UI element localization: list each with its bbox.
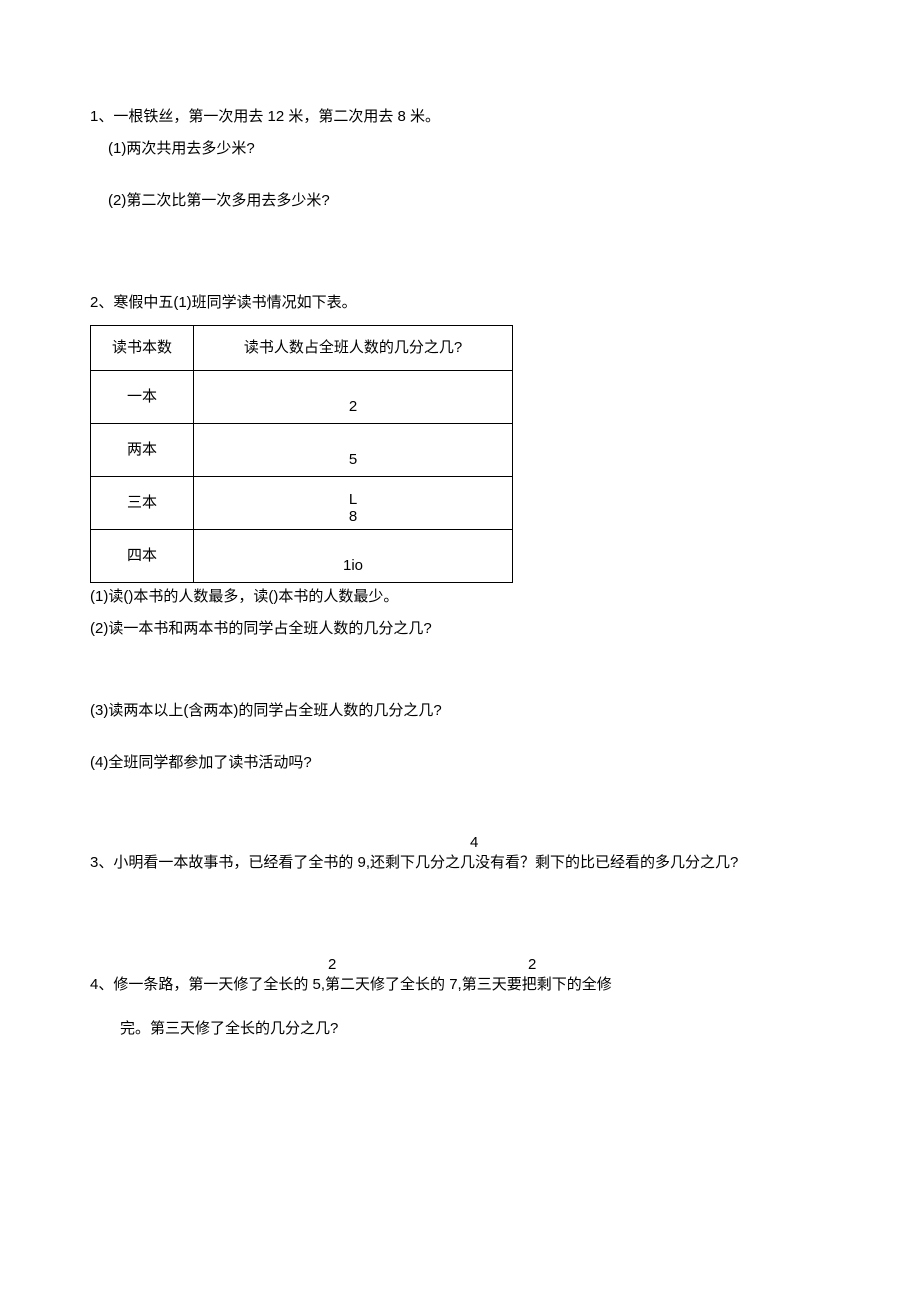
cell-frac-3: L 8 xyxy=(194,477,513,530)
spacer xyxy=(90,649,830,699)
th-books: 读书本数 xyxy=(91,326,194,371)
q4-numerator-2: 2 xyxy=(528,953,536,977)
cell-frac-2: 5 xyxy=(194,424,513,477)
cell-frac-4: 1io xyxy=(194,530,513,583)
q1-sub2: (2)第二次比第一次多用去多少米? xyxy=(90,189,830,213)
q3-line: 4 3、小明看一本故事书，已经看了全书的 9,还剩下几分之几没有看？剩下的比已经… xyxy=(90,851,830,875)
q2-sub4: (4)全班同学都参加了读书活动吗? xyxy=(90,751,830,775)
q1-sub1: (1)两次共用去多少米? xyxy=(90,137,830,161)
q1-stem: 1、一根铁丝，第一次用去 12 米，第二次用去 8 米。 xyxy=(90,105,830,129)
spacer xyxy=(90,945,830,955)
spacer xyxy=(90,731,830,751)
q2-table: 读书本数 读书人数占全班人数的几分之几? 一本 2 两本 5 三本 L 8 四本… xyxy=(90,325,513,583)
spacer xyxy=(90,783,830,833)
cell-books-3: 三本 xyxy=(91,477,194,530)
q4-numerator-1: 2 xyxy=(328,953,336,977)
q4-line: 2 2 4、修一条路，第一天修了全长的 5,第二天修了全长的 7,第三天要把剩下… xyxy=(90,973,830,997)
spacer xyxy=(90,997,830,1017)
q2-sub2: (2)读一本书和两本书的同学占全班人数的几分之几? xyxy=(90,617,830,641)
spacer xyxy=(90,221,830,291)
spacer xyxy=(90,169,830,189)
cell-frac-3-bot: 8 xyxy=(195,508,511,525)
cell-frac-1: 2 xyxy=(194,371,513,424)
th-fraction: 读书人数占全班人数的几分之几? xyxy=(194,326,513,371)
table-header-row: 读书本数 读书人数占全班人数的几分之几? xyxy=(91,326,513,371)
q2-sub3: (3)读两本以上(含两本)的同学占全班人数的几分之几? xyxy=(90,699,830,723)
spacer xyxy=(90,875,830,945)
q4-tail: 完。第三天修了全长的几分之几? xyxy=(90,1017,830,1041)
cell-books-2: 两本 xyxy=(91,424,194,477)
table-row: 四本 1io xyxy=(91,530,513,583)
cell-frac-3-top: L xyxy=(195,491,511,508)
q3-stem: 3、小明看一本故事书，已经看了全书的 9,还剩下几分之几没有看？剩下的比已经看的… xyxy=(90,854,738,871)
document-page: 1、一根铁丝，第一次用去 12 米，第二次用去 8 米。 (1)两次共用去多少米… xyxy=(0,0,920,1101)
cell-books-1: 一本 xyxy=(91,371,194,424)
q3-numerator: 4 xyxy=(470,831,478,855)
q2-stem: 2、寒假中五(1)班同学读书情况如下表。 xyxy=(90,291,830,315)
table-row: 一本 2 xyxy=(91,371,513,424)
table-row: 三本 L 8 xyxy=(91,477,513,530)
table-row: 两本 5 xyxy=(91,424,513,477)
cell-books-4: 四本 xyxy=(91,530,194,583)
q4-stem: 4、修一条路，第一天修了全长的 5,第二天修了全长的 7,第三天要把剩下的全修 xyxy=(90,976,612,993)
q2-sub1: (1)读()本书的人数最多，读()本书的人数最少。 xyxy=(90,585,830,609)
